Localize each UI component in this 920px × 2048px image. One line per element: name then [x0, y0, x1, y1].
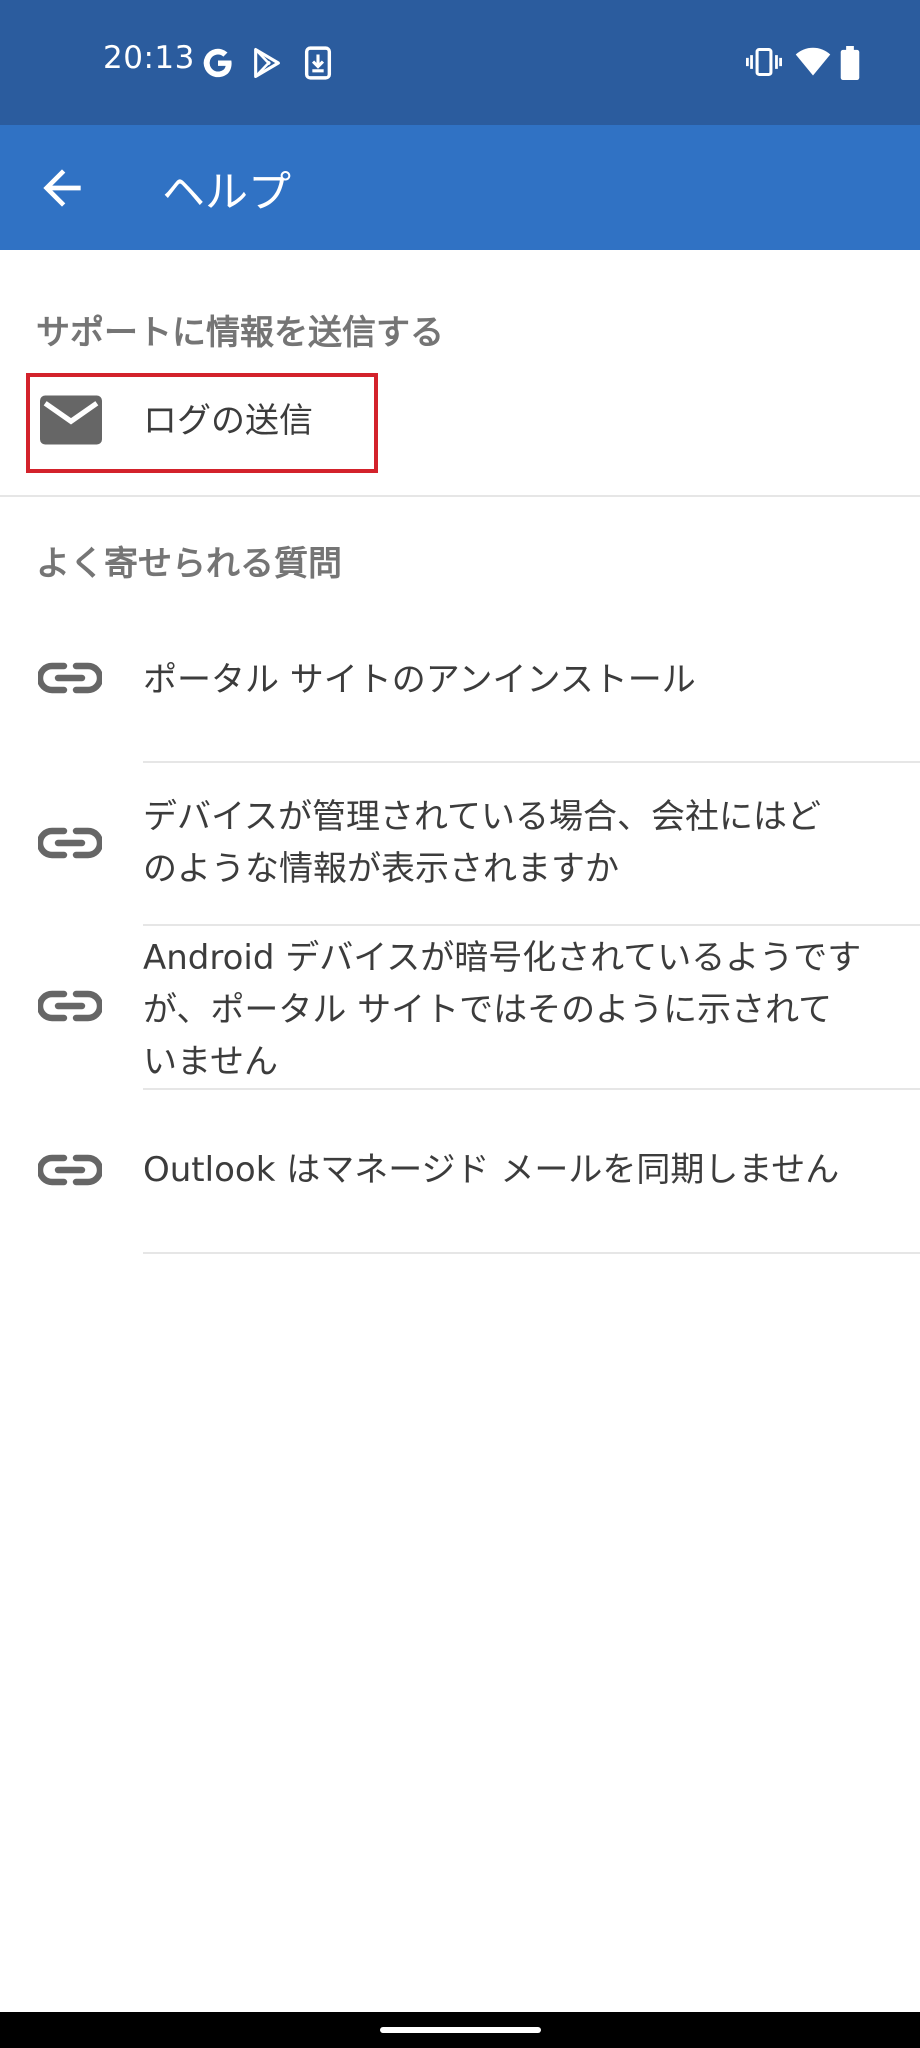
faq-item-label: デバイスが管理されている場合、会社にはど のような情報が表示されますか [143, 791, 893, 895]
faq-item-label: Android デバイスが暗号化されているようです が、ポータル サイトではその… [143, 932, 893, 1088]
wifi-icon [795, 47, 831, 76]
faq-item-outlook[interactable]: Outlook はマネージド メールを同期しません [0, 1090, 920, 1252]
vibrate-icon [746, 48, 782, 76]
google-icon [203, 48, 232, 78]
link-icon [38, 1154, 102, 1186]
download-icon [304, 46, 332, 80]
list-divider [143, 1252, 920, 1254]
faq-item-uninstall[interactable]: ポータル サイトのアンインストール [0, 600, 920, 761]
faq-section-header: よく寄せられる質問 [36, 544, 342, 584]
status-bar: 20:13 [0, 0, 920, 125]
faq-item-line: のような情報が表示されますか [143, 849, 619, 889]
page-title: ヘルプ [162, 168, 291, 218]
highlight-box [26, 373, 378, 473]
link-icon [38, 990, 102, 1022]
faq-item-line: いません [143, 1042, 278, 1082]
status-time: 20:13 [103, 40, 195, 76]
support-section-header: サポートに情報を送信する [36, 313, 444, 353]
back-button[interactable] [34, 160, 90, 216]
section-divider [0, 495, 920, 497]
play-store-icon [254, 47, 280, 79]
arrow-back-icon [43, 169, 81, 207]
home-gesture-handle[interactable] [380, 2027, 541, 2033]
faq-item-label: ポータル サイトのアンインストール [143, 660, 696, 700]
battery-icon [840, 46, 860, 80]
faq-item-label: Outlook はマネージド メールを同期しません [143, 1150, 840, 1190]
faq-item-line: Android デバイスが暗号化されているようです [143, 938, 862, 978]
link-icon [38, 827, 102, 859]
faq-item-line: が、ポータル サイトではそのように示されて [143, 990, 833, 1030]
faq-item-encryption[interactable]: Android デバイスが暗号化されているようです が、ポータル サイトではその… [0, 926, 920, 1088]
link-icon [38, 662, 102, 694]
app-bar [0, 125, 920, 250]
faq-item-line: デバイスが管理されている場合、会社にはど [143, 797, 821, 837]
faq-item-device-info[interactable]: デバイスが管理されている場合、会社にはど のような情報が表示されますか [0, 763, 920, 925]
